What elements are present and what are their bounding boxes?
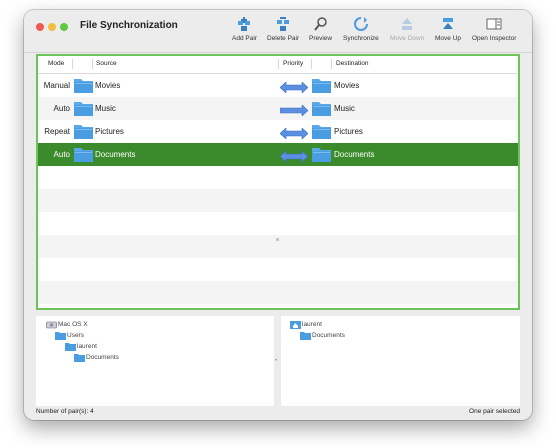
tree-label: laurent [302, 321, 322, 328]
column-header-destination[interactable]: Destination [336, 60, 369, 67]
inspector-icon [486, 18, 502, 30]
destination-folder-icon [312, 100, 331, 116]
disk-icon [46, 321, 57, 329]
minimize-window-button[interactable] [48, 23, 56, 31]
row-source: Music [95, 104, 116, 113]
delete-pair-icon [277, 17, 290, 31]
delete-pair-label: Delete Pair [267, 35, 300, 42]
column-header-priority[interactable]: Priority [283, 60, 303, 67]
resize-handle[interactable] [276, 238, 279, 241]
folder-icon [74, 354, 85, 362]
tree-item-documents[interactable]: Documents [300, 331, 345, 340]
close-window-button[interactable] [36, 23, 44, 31]
browser-panes: Mac OS X Users laurent Documents • laure… [36, 316, 520, 406]
preview-button[interactable]: Preview [309, 16, 332, 42]
tree-item-documents[interactable]: Documents [74, 353, 119, 362]
selection-status: One pair selected [469, 408, 520, 415]
right-arrow-icon[interactable] [279, 103, 309, 117]
destination-folder-icon [312, 146, 331, 162]
row-mode: Repeat [44, 127, 70, 136]
move-up-label: Move Up [435, 35, 462, 42]
source-folder-icon [74, 146, 93, 162]
add-pair-icon [238, 17, 251, 31]
home-folder-icon [290, 321, 301, 329]
row-destination: Documents [334, 150, 375, 159]
tree-item-users[interactable]: Users [55, 331, 84, 340]
source-tree-pane[interactable]: Mac OS X Users laurent Documents [36, 316, 274, 406]
column-header-source[interactable]: Source [96, 60, 117, 67]
bidirectional-arrow-icon[interactable] [279, 126, 309, 140]
pair-count: Number of pair(s): 4 [36, 408, 94, 415]
row-source: Movies [95, 81, 121, 90]
move-down-icon [402, 18, 413, 30]
row-source: Pictures [95, 127, 124, 136]
table-row[interactable]: Auto Music Music [38, 97, 518, 120]
window-title: File Synchronization [80, 20, 178, 31]
bidirectional-arrow-icon[interactable] [279, 80, 309, 94]
table-row[interactable] [38, 166, 518, 189]
table-row[interactable]: Manual Movies Movies [38, 74, 518, 97]
main-window: File Synchronization Add Pair Delete Pai… [24, 10, 532, 420]
folder-icon [65, 343, 76, 351]
table-row[interactable] [38, 281, 518, 304]
zoom-window-button[interactable] [60, 23, 68, 31]
preview-label: Preview [309, 35, 333, 42]
table-row[interactable] [38, 189, 518, 212]
tree-item-laurent[interactable]: laurent [290, 320, 322, 329]
open-inspector-label: Open Inspector [472, 35, 517, 42]
row-destination: Music [334, 104, 355, 113]
move-down-button[interactable]: Move Down [390, 16, 424, 42]
row-destination: Pictures [334, 127, 363, 136]
tree-label: Mac OS X [58, 321, 88, 328]
destination-folder-icon [312, 123, 331, 139]
row-source: Documents [95, 150, 136, 159]
tree-label: laurent [77, 343, 97, 350]
destination-folder-icon [312, 77, 331, 93]
source-folder-icon [74, 100, 93, 116]
source-folder-icon [74, 77, 93, 93]
table-row[interactable]: Repeat Pictures Pictures [38, 120, 518, 143]
tree-item-mac-os-x[interactable]: Mac OS X [46, 320, 88, 329]
move-down-label: Move Down [390, 35, 425, 42]
destination-tree-pane[interactable]: laurent Documents [281, 316, 520, 406]
split-divider[interactable]: • [275, 358, 279, 364]
table-row[interactable] [38, 212, 518, 235]
column-header-mode[interactable]: Mode [48, 60, 64, 67]
add-pair-label: Add Pair [232, 35, 257, 42]
sync-icon [353, 17, 368, 31]
tree-label: Users [67, 332, 84, 339]
synchronize-button[interactable]: Synchronize [343, 16, 379, 42]
row-mode: Auto [53, 104, 70, 113]
add-pair-button[interactable]: Add Pair [232, 16, 257, 42]
row-destination: Movies [334, 81, 360, 90]
bidirectional-arrow-icon[interactable] [279, 149, 309, 163]
move-up-icon [443, 18, 453, 29]
magnifier-icon [313, 17, 327, 31]
title-bar: File Synchronization Add Pair Delete Pai… [24, 10, 532, 53]
pairs-table[interactable]: Mode Source Priority Destination Manual M… [36, 54, 520, 310]
row-mode: Manual [43, 81, 70, 90]
status-bar: Number of pair(s): 4 One pair selected [24, 408, 532, 420]
tree-item-laurent[interactable]: laurent [65, 342, 97, 351]
move-up-button[interactable]: Move Up [435, 16, 461, 42]
delete-pair-button[interactable]: Delete Pair [267, 16, 299, 42]
folder-icon [55, 332, 66, 340]
open-inspector-button[interactable]: Open Inspector [472, 16, 516, 42]
folder-icon [300, 332, 311, 340]
row-mode: Auto [53, 150, 70, 159]
synchronize-label: Synchronize [343, 35, 379, 42]
source-folder-icon [74, 123, 93, 139]
tree-label: Documents [86, 354, 119, 361]
table-row[interactable]: Auto Documents Documents [38, 143, 518, 166]
table-row[interactable] [38, 258, 518, 281]
table-header: Mode Source Priority Destination [38, 56, 518, 74]
tree-label: Documents [312, 332, 345, 339]
